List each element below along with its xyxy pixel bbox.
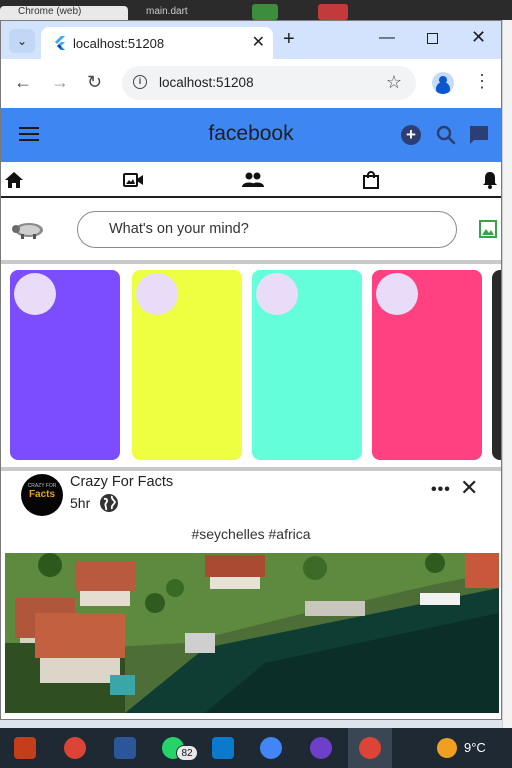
messenger-icon[interactable] — [468, 124, 490, 146]
chrome-active-icon[interactable] — [359, 737, 381, 759]
profile-avatar-icon[interactable] — [432, 72, 454, 94]
flutter-favicon-icon — [55, 36, 65, 50]
tab-strip: ⌄ localhost:51208 ✕ + — ✕ — [1, 21, 501, 59]
add-circle-icon[interactable]: + — [401, 125, 421, 145]
search-icon[interactable] — [435, 124, 457, 146]
window-close-button[interactable]: ✕ — [471, 27, 486, 48]
url-text[interactable]: localhost:51208 — [159, 75, 254, 90]
minimize-button[interactable]: — — [379, 29, 395, 47]
tab-title: localhost:51208 — [73, 36, 165, 51]
globe-icon — [100, 494, 118, 512]
browser-menu-button[interactable]: ⋮ — [473, 71, 491, 92]
reload-button[interactable]: ↻ — [87, 71, 102, 93]
shopping-bag-icon[interactable] — [361, 170, 381, 190]
stop-button[interactable] — [318, 4, 348, 20]
post-author-avatar[interactable]: CRAZY FOR Facts — [21, 474, 63, 516]
whatsapp-unread-badge: 82 — [176, 745, 198, 761]
post-caption: #seychelles #africa — [191, 526, 311, 542]
taskbar: 82 9°C — [0, 728, 512, 768]
github-desktop-icon[interactable] — [310, 737, 332, 759]
notifications-bell-icon[interactable] — [480, 170, 500, 190]
tab-close-icon[interactable]: ✕ — [252, 33, 265, 53]
whats-on-your-mind-input[interactable]: What's on your mind? — [77, 211, 457, 248]
post-image[interactable] — [5, 553, 499, 713]
app-bar: facebook + — [1, 108, 501, 162]
word-icon[interactable] — [114, 737, 136, 759]
forward-button[interactable]: → — [51, 71, 69, 93]
avatar-small-text: CRAZY FOR — [27, 483, 57, 489]
run-button[interactable] — [252, 4, 278, 20]
story-avatar — [136, 273, 178, 315]
background-tab[interactable]: Chrome (web) — [0, 6, 128, 20]
vscode-icon[interactable] — [212, 737, 234, 759]
post-timestamp: 5hr — [70, 495, 91, 511]
story-avatar — [256, 273, 298, 315]
address-bar[interactable]: i localhost:51208 ☆ — [122, 66, 416, 100]
brand-title: facebook — [208, 122, 294, 145]
bookmark-star-icon[interactable]: ☆ — [386, 72, 402, 93]
story-card[interactable] — [252, 270, 362, 460]
post-close-icon[interactable]: ✕ — [460, 475, 478, 501]
story-card[interactable] — [10, 270, 120, 460]
post-composer: What's on your mind? — [1, 200, 501, 260]
story-avatar — [376, 273, 418, 315]
home-icon[interactable] — [4, 170, 24, 190]
story-card[interactable] — [372, 270, 482, 460]
android-studio-icon[interactable] — [260, 737, 282, 759]
avatar-text: Facts — [28, 489, 56, 500]
weather-icon[interactable] — [437, 738, 457, 758]
user-avatar[interactable] — [11, 218, 45, 240]
new-tab-button[interactable]: + — [283, 29, 295, 49]
story-avatar — [14, 273, 56, 315]
back-button[interactable]: ← — [14, 71, 32, 93]
weather-temperature[interactable]: 9°C — [464, 740, 486, 755]
story-card[interactable] — [132, 270, 242, 460]
post-more-options-icon[interactable]: ••• — [431, 481, 451, 499]
powerpoint-icon[interactable] — [14, 737, 36, 759]
background-window-edge — [502, 20, 512, 728]
maximize-button[interactable] — [427, 33, 438, 44]
tab-search-button[interactable]: ⌄ — [9, 29, 35, 53]
post-author-name[interactable]: Crazy For Facts — [70, 474, 173, 490]
feed-post: CRAZY FOR Facts Crazy For Facts 5hr ••• … — [1, 471, 501, 719]
site-info-icon[interactable]: i — [133, 75, 147, 89]
browser-toolbar: ← → ↻ i localhost:51208 ☆ ⋮ — [1, 59, 501, 107]
video-icon[interactable] — [122, 170, 144, 190]
active-tab[interactable]: localhost:51208 ✕ — [41, 27, 273, 59]
chrome-icon[interactable] — [64, 737, 86, 759]
browser-window: ⌄ localhost:51208 ✕ + — ✕ ← → ↻ i localh… — [0, 20, 502, 720]
people-icon[interactable] — [241, 170, 265, 190]
photo-icon[interactable] — [479, 220, 497, 238]
main-nav — [1, 162, 501, 198]
stories-carousel — [1, 264, 501, 467]
background-file-tab[interactable]: main.dart — [146, 6, 188, 17]
story-card[interactable] — [492, 270, 501, 460]
desktop-background-bar: Chrome (web) main.dart — [0, 0, 512, 20]
